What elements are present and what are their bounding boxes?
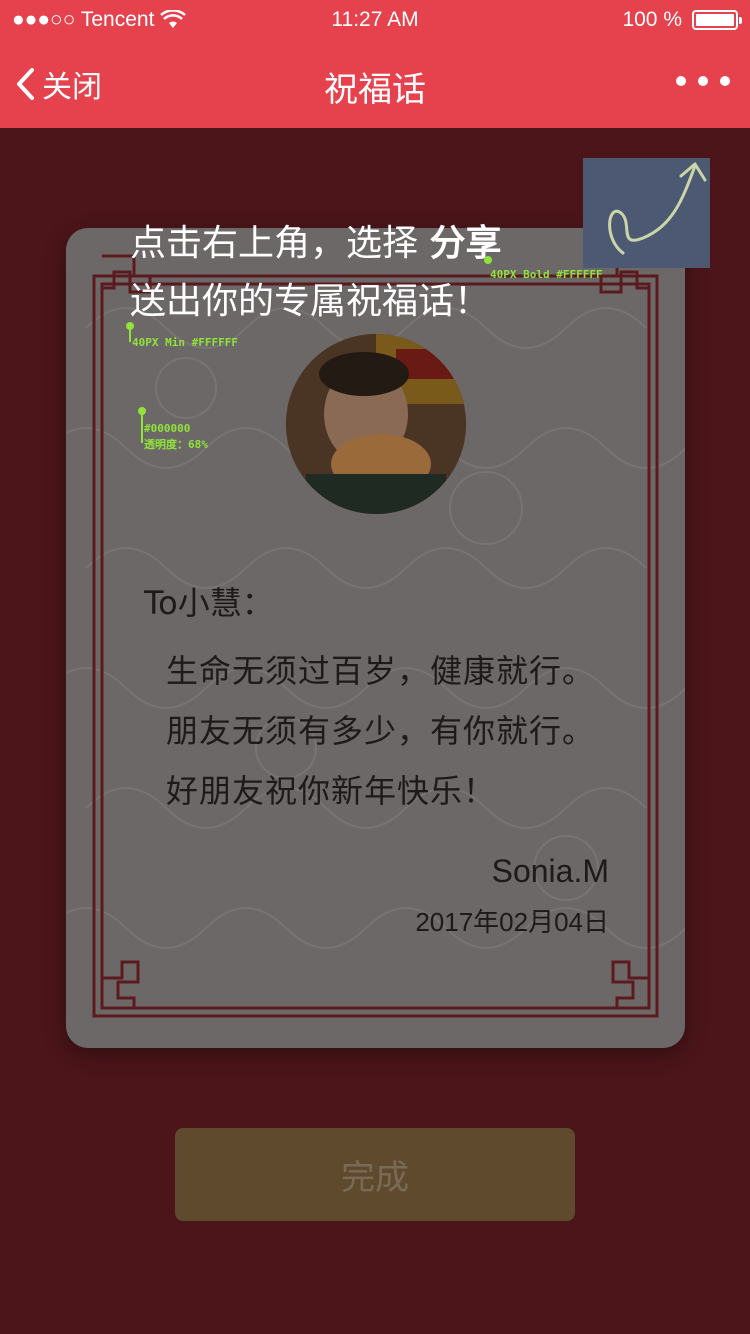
annotation-overlay-color: #000000: [144, 422, 191, 435]
share-hint-arrow: [583, 158, 710, 268]
status-bar: ●●●○○ Tencent 11:27 AM 100 %: [0, 0, 750, 40]
recipient-line: To小慧：: [144, 584, 274, 622]
curved-arrow-icon: [608, 162, 707, 255]
avatar-photo: [286, 334, 466, 514]
done-button[interactable]: 完成: [175, 1128, 575, 1221]
page-title: 祝福话: [324, 70, 426, 110]
more-dot-icon: [720, 76, 730, 86]
message-line: 生命无须过百岁，健康就行。: [166, 652, 596, 690]
more-dot-icon: [676, 76, 686, 86]
battery-percent: 100 %: [622, 8, 682, 31]
nav-bar: 关闭 祝福话: [0, 40, 750, 128]
more-dot-icon: [698, 76, 708, 86]
share-hint-text: 点击右上角，选择: [130, 223, 430, 264]
message-line: 朋友无须有多少，有你就行。: [166, 712, 596, 750]
more-menu-button[interactable]: [676, 76, 730, 86]
battery-icon: [692, 10, 742, 30]
blessing-card: To小慧： 生命无须过百岁，健康就行。 朋友无须有多少，有你就行。 好朋友祝你新…: [66, 228, 685, 1048]
share-hint-line1: 点击右上角，选择 分享: [130, 222, 501, 265]
avatar: [286, 334, 466, 514]
battery-info: 100 %: [622, 8, 742, 32]
date: 2017年02月04日: [415, 907, 609, 937]
annotation-min-note: 40PX Min #FFFFFF: [132, 336, 238, 349]
annotation-leader: [141, 413, 143, 443]
signature: Sonia.M: [491, 853, 609, 889]
message-line: 好朋友祝你新年快乐！: [166, 772, 497, 810]
annotation-marker: [484, 256, 492, 264]
annotation-bold-note: 40PX Bold #FFFFFF: [490, 268, 603, 281]
annotation-overlay-opacity: 透明度：68%: [144, 438, 208, 451]
share-hint-line2: 送出你的专属祝福话！: [130, 281, 491, 322]
annotation-leader: [129, 328, 131, 342]
